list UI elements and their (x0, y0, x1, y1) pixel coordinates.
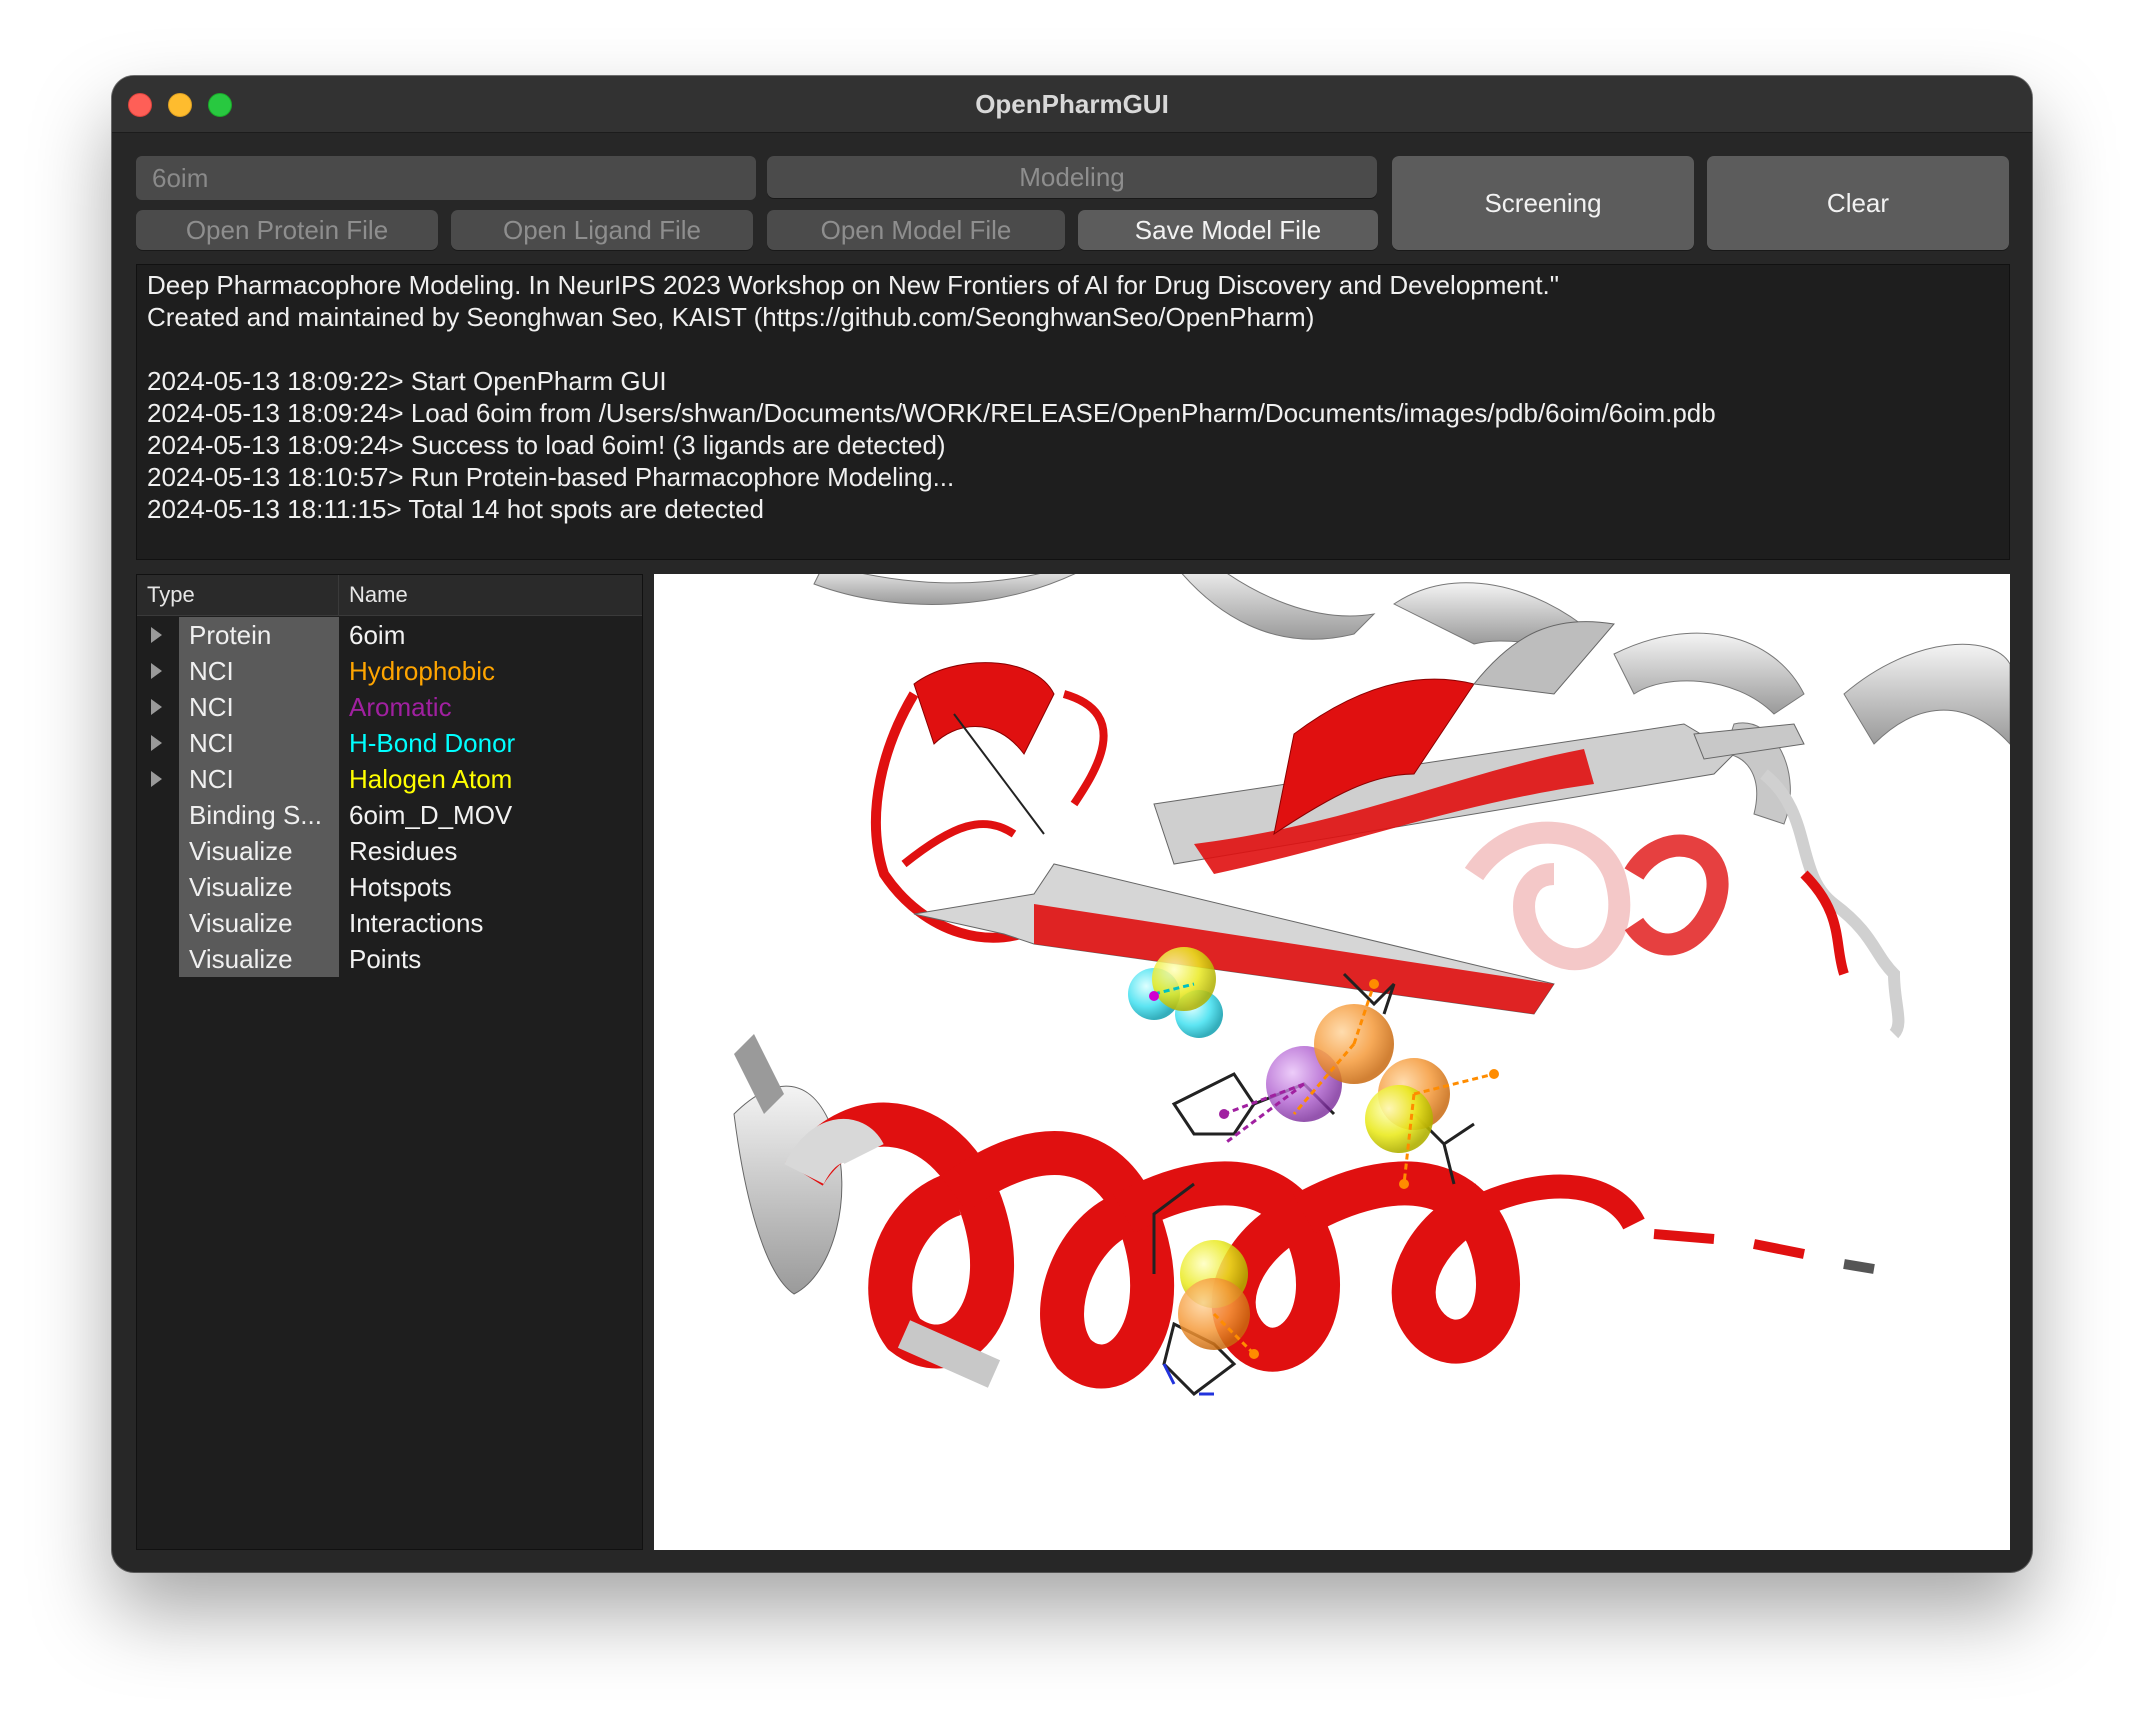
tree-row-type: Binding S... (179, 797, 339, 833)
tree-row-type: NCI (179, 689, 339, 725)
molecular-viewer[interactable] (654, 574, 2010, 1550)
open-model-file-button[interactable]: Open Model File (767, 210, 1065, 250)
open-ligand-file-button[interactable]: Open Ligand File (451, 210, 753, 250)
log-console[interactable]: Deep Pharmacophore Modeling. In NeurIPS … (136, 264, 2010, 560)
tree-row-type: NCI (179, 653, 339, 689)
tree-row-hydrophobic[interactable]: NCI Hydrophobic (137, 653, 642, 689)
name-column-header[interactable]: Name (339, 575, 641, 615)
tree-row-name: Halogen Atom (349, 764, 513, 794)
tree-row-type: NCI (179, 761, 339, 797)
log-line: 2024-05-13 18:10:57> Run Protein-based P… (147, 462, 955, 492)
log-line: 2024-05-13 18:09:24> Load 6oim from /Use… (147, 398, 1716, 428)
tree-row-type: Visualize (179, 869, 339, 905)
object-tree[interactable]: Type Name Protein 6oim NCI Hydrophobic N… (136, 574, 643, 1550)
tree-row-visualize-points[interactable]: Visualize Points (137, 941, 642, 977)
expand-arrow-icon[interactable] (151, 771, 162, 787)
type-column-header[interactable]: Type (137, 575, 339, 615)
app-window: OpenPharmGUI 6oim Modeling Open Protein … (112, 76, 2032, 1572)
tree-row-name: Aromatic (349, 692, 452, 722)
tree-row-type: Visualize (179, 833, 339, 869)
log-line: Deep Pharmacophore Modeling. In NeurIPS … (147, 270, 1559, 300)
tree-row-name: 6oim_D_MOV (349, 800, 513, 830)
protein-structure-render (733, 574, 2010, 1396)
open-protein-file-button[interactable]: Open Protein File (136, 210, 438, 250)
log-line: 2024-05-13 18:11:15> Total 14 hot spots … (147, 494, 765, 524)
tree-row-name: H-Bond Donor (349, 728, 516, 758)
tree-row-type: NCI (179, 725, 339, 761)
screening-button[interactable]: Screening (1392, 156, 1694, 250)
tree-row-hbond-donor[interactable]: NCI H-Bond Donor (137, 725, 642, 761)
tree-row-name: Interactions (349, 908, 484, 938)
tree-row-name: Hotspots (349, 872, 452, 902)
tree-row-aromatic[interactable]: NCI Aromatic (137, 689, 642, 725)
log-line: Created and maintained by Seonghwan Seo,… (147, 302, 1315, 332)
save-model-file-button[interactable]: Save Model File (1078, 210, 1378, 250)
tree-row-type: Protein (179, 617, 339, 653)
title-bar: OpenPharmGUI (112, 76, 2032, 133)
tree-row-name: Hydrophobic (349, 656, 495, 686)
window-title: OpenPharmGUI (975, 89, 1169, 119)
tree-row-type: Visualize (179, 941, 339, 977)
tree-header: Type Name (137, 575, 642, 616)
tree-row-type: Visualize (179, 905, 339, 941)
tree-row-name: 6oim (349, 620, 406, 650)
tree-row-halogen-atom[interactable]: NCI Halogen Atom (137, 761, 642, 797)
clear-button[interactable]: Clear (1707, 156, 2009, 250)
pdb-id-field[interactable]: 6oim (136, 156, 756, 200)
tree-row-visualize-hotspots[interactable]: Visualize Hotspots (137, 869, 642, 905)
tree-row-protein[interactable]: Protein 6oim (137, 617, 642, 653)
expand-arrow-icon[interactable] (151, 663, 162, 679)
tree-row-binding-site[interactable]: Binding S... 6oim_D_MOV (137, 797, 642, 833)
tree-row-name: Residues (349, 836, 458, 866)
log-line: 2024-05-13 18:09:22> Start OpenPharm GUI (147, 366, 667, 396)
tree-row-visualize-residues[interactable]: Visualize Residues (137, 833, 642, 869)
expand-arrow-icon[interactable] (151, 699, 162, 715)
modeling-button[interactable]: Modeling (767, 156, 1377, 198)
expand-arrow-icon[interactable] (151, 627, 162, 643)
tree-row-visualize-interactions[interactable]: Visualize Interactions (137, 905, 642, 941)
log-line: 2024-05-13 18:09:24> Success to load 6oi… (147, 430, 946, 460)
tree-row-name: Points (349, 944, 422, 974)
expand-arrow-icon[interactable] (151, 735, 162, 751)
